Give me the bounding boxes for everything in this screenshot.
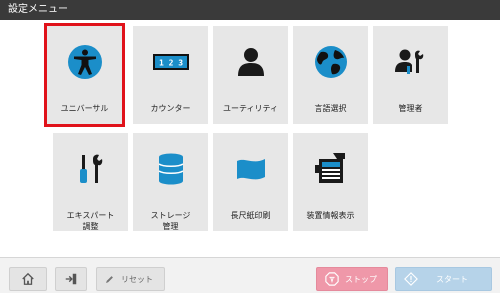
tile-utility[interactable]: ユーティリティ [213,26,288,124]
tile-expert-adjust[interactable]: エキスパート 調整 [53,133,128,231]
stop-icon [325,272,339,286]
page-title: 設定メニュー [8,4,68,15]
start-label: スタート [436,275,468,284]
user-icon [231,42,271,82]
tile-label: 管理者 [398,104,423,113]
device-info-icon [311,149,351,189]
admin-icon [391,42,431,82]
tile-label: 言語選択 [314,104,347,113]
tile-storage[interactable]: ストレージ 管理 [133,133,208,231]
tile-label: ユニバーサル [60,104,109,113]
tile-label: ユーティリティ [222,104,279,113]
pencil-icon [106,276,113,283]
tile-language[interactable]: 言語選択 [293,26,368,124]
tile-label-line-2: 調整 [82,222,99,231]
reset-label: リセット [121,275,153,284]
screwdriver-wrench-icon [71,149,111,189]
reset-button[interactable]: リセット [96,267,165,291]
tile-counter[interactable]: 1 2 3 カウンター [133,26,208,124]
counter-digits: 1 2 3 [158,59,182,68]
tile-label-line-1: エキスパート [66,211,115,220]
home-icon [22,272,34,285]
stop-button[interactable]: ストップ [316,267,388,291]
tile-label-line-1: ストレージ [150,211,191,220]
tile-administrator[interactable]: 管理者 [373,26,448,124]
tile-label: 長尺紙印刷 [230,211,271,220]
title-bar: 設定メニュー [0,0,500,20]
tile-long-paper[interactable]: 長尺紙印刷 [213,133,288,231]
logout-button[interactable] [55,267,87,291]
bottom-bar: リセット ストップ スタート [0,257,500,293]
accessibility-icon [65,42,105,82]
start-icon [404,272,418,286]
logout-icon [65,273,77,285]
stop-label: ストップ [345,275,377,284]
start-button[interactable]: スタート [395,267,492,291]
tile-label: エキスパート 調整 [53,210,128,232]
counter-icon: 1 2 3 [151,42,191,82]
tile-device-info[interactable]: 装置情報表示 [293,133,368,231]
tile-label: ストレージ 管理 [133,210,208,232]
globe-icon [311,42,351,82]
storage-icon [151,149,191,189]
tile-label-line-2: 管理 [162,222,179,231]
tile-label: カウンター [150,104,191,113]
long-paper-icon [231,149,271,189]
tile-universal[interactable]: ユニバーサル [44,23,125,127]
home-button[interactable] [9,267,47,291]
tile-label: 装置情報表示 [306,211,355,220]
